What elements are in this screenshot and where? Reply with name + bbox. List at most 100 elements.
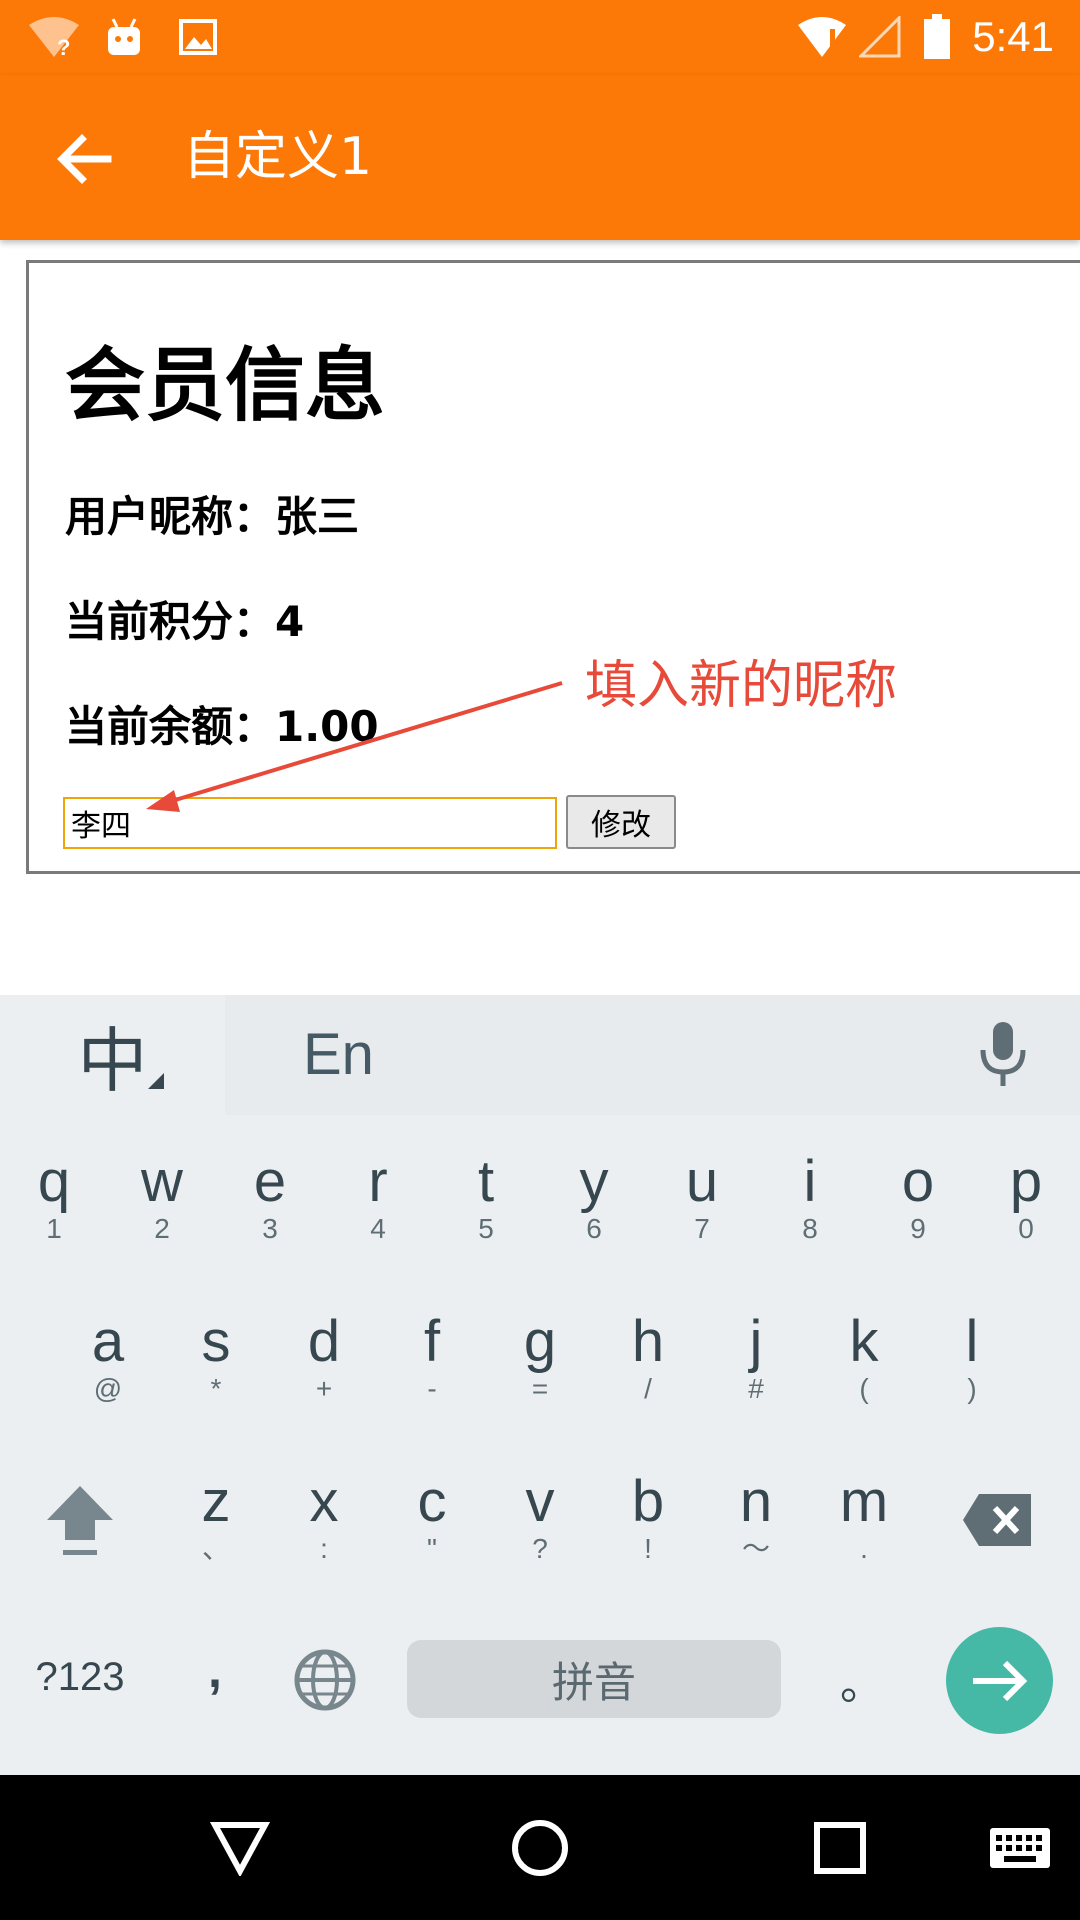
key-y[interactable]: y6 <box>540 1150 648 1244</box>
key-secondary-label: ? <box>532 1533 548 1564</box>
key-secondary-label: 3 <box>262 1213 278 1244</box>
key-label: f <box>423 1309 441 1374</box>
key-label: o <box>901 1149 935 1214</box>
key-f[interactable]: f- <box>378 1310 486 1404</box>
key-secondary-label: ～ <box>741 1533 770 1564</box>
corner-triangle-icon <box>148 1073 164 1089</box>
microphone-icon[interactable] <box>975 1020 1031 1090</box>
navigation-bar <box>0 1775 1080 1920</box>
key-e[interactable]: e3 <box>216 1150 324 1244</box>
key-d[interactable]: d + <box>270 1310 378 1404</box>
space-key[interactable]: 拼音 <box>407 1640 781 1718</box>
key-secondary-label: = <box>531 1373 549 1404</box>
key-label: s <box>201 1309 231 1374</box>
clock: 5:41 <box>972 13 1054 60</box>
key-secondary-label: 4 <box>370 1213 386 1244</box>
key-l[interactable]: l) <box>918 1310 1026 1404</box>
arrow-left-icon <box>57 134 112 184</box>
member-info-heading: 会员信息 <box>65 339 385 432</box>
enter-key[interactable] <box>946 1627 1053 1734</box>
key-label: e <box>253 1149 287 1214</box>
key-secondary-label: ! <box>644 1533 652 1564</box>
key-label: x <box>309 1469 339 1534</box>
key-s[interactable]: s * <box>162 1310 270 1404</box>
key-q[interactable]: q1 <box>0 1150 108 1244</box>
key-a[interactable]: a @ <box>54 1310 162 1404</box>
key-label: v <box>525 1469 555 1534</box>
key-p[interactable]: p0 <box>972 1150 1080 1244</box>
key-i[interactable]: i8 <box>756 1150 864 1244</box>
key-k[interactable]: k( <box>810 1310 918 1404</box>
key-secondary-label: " <box>427 1533 437 1564</box>
key-label: g <box>523 1309 557 1374</box>
key-z[interactable]: z、 <box>162 1470 270 1564</box>
key-j[interactable]: j # <box>702 1310 810 1404</box>
modify-button[interactable]: 修改 <box>566 795 676 849</box>
key-x[interactable]: x: <box>270 1470 378 1564</box>
key-label: q <box>37 1149 71 1214</box>
language-key[interactable] <box>285 1635 365 1725</box>
key-w[interactable]: w2 <box>108 1150 216 1244</box>
key-secondary-label: 8 <box>802 1213 818 1244</box>
nickname-row: 用户昵称：张三 <box>65 492 360 541</box>
circle-home-icon <box>512 1820 568 1876</box>
key-c[interactable]: c " <box>378 1470 486 1564</box>
language-toggle-key[interactable]: 中 <box>0 995 225 1115</box>
nickname-input[interactable] <box>63 797 557 849</box>
page-title: 自定义1 <box>183 127 373 187</box>
soft-keyboard: 中 En q1w2e3r4t5y6u7i8o9p0 a @ s * d + f - g = h / j #… <box>0 995 1080 1775</box>
key-h[interactable]: h / <box>594 1310 702 1404</box>
key-secondary-label: 6 <box>586 1213 602 1244</box>
shift-icon <box>47 1486 113 1555</box>
battery-icon <box>922 12 952 62</box>
key-secondary-label: 2 <box>154 1213 170 1244</box>
key-label: l <box>965 1309 979 1374</box>
key-label: d <box>307 1309 341 1374</box>
key-secondary-label: 9 <box>910 1213 926 1244</box>
back-nav-button[interactable] <box>190 1800 290 1896</box>
home-nav-button[interactable] <box>490 1800 590 1896</box>
key-g[interactable]: g = <box>486 1310 594 1404</box>
comma-key[interactable]: , <box>175 1625 255 1715</box>
key-label: a <box>91 1309 125 1374</box>
key-b[interactable]: b! <box>594 1470 702 1564</box>
key-secondary-label: ( <box>859 1373 869 1404</box>
app-bar: 自定义1 <box>0 75 1080 240</box>
keyboard-switch-button[interactable] <box>970 1800 1070 1896</box>
language-toggle-label: 中 <box>77 1019 148 1102</box>
arrow-right-icon <box>972 1660 1027 1701</box>
back-button[interactable] <box>48 123 120 195</box>
key-secondary-label: * <box>210 1373 222 1404</box>
period-key[interactable]: 。 <box>822 1635 902 1725</box>
keyboard-icon <box>990 1828 1050 1868</box>
key-secondary-label: 7 <box>694 1213 710 1244</box>
candidate-word[interactable]: En <box>303 995 374 1115</box>
symbols-key[interactable]: ?123 <box>20 1635 140 1720</box>
key-label: h <box>631 1309 665 1374</box>
key-secondary-label: 5 <box>478 1213 494 1244</box>
key-secondary-label: 、 <box>201 1533 230 1564</box>
key-label: n <box>739 1469 773 1534</box>
key-secondary-label: ) <box>967 1373 977 1404</box>
image-icon <box>178 12 218 62</box>
annotation-label: 填入新的昵称 <box>585 656 898 716</box>
balance-row: 当前余额：1.00 <box>65 702 379 751</box>
key-label: u <box>685 1149 719 1214</box>
shift-key[interactable] <box>30 1475 130 1565</box>
key-u[interactable]: u7 <box>648 1150 756 1244</box>
key-n[interactable]: n ～ <box>702 1470 810 1564</box>
wifi-alert-icon <box>796 12 848 62</box>
key-o[interactable]: o9 <box>864 1150 972 1244</box>
key-label: k <box>849 1309 879 1374</box>
key-label: b <box>631 1469 665 1534</box>
recents-nav-button[interactable] <box>790 1800 890 1896</box>
key-t[interactable]: t5 <box>432 1150 540 1244</box>
key-label: c <box>417 1469 447 1534</box>
key-m[interactable]: m. <box>810 1470 918 1564</box>
key-v[interactable]: v? <box>486 1470 594 1564</box>
key-r[interactable]: r4 <box>324 1150 432 1244</box>
key-secondary-label: 1 <box>46 1213 62 1244</box>
key-label: j <box>749 1309 763 1374</box>
backspace-key[interactable] <box>958 1475 1038 1565</box>
key-secondary-label: 0 <box>1018 1213 1034 1244</box>
